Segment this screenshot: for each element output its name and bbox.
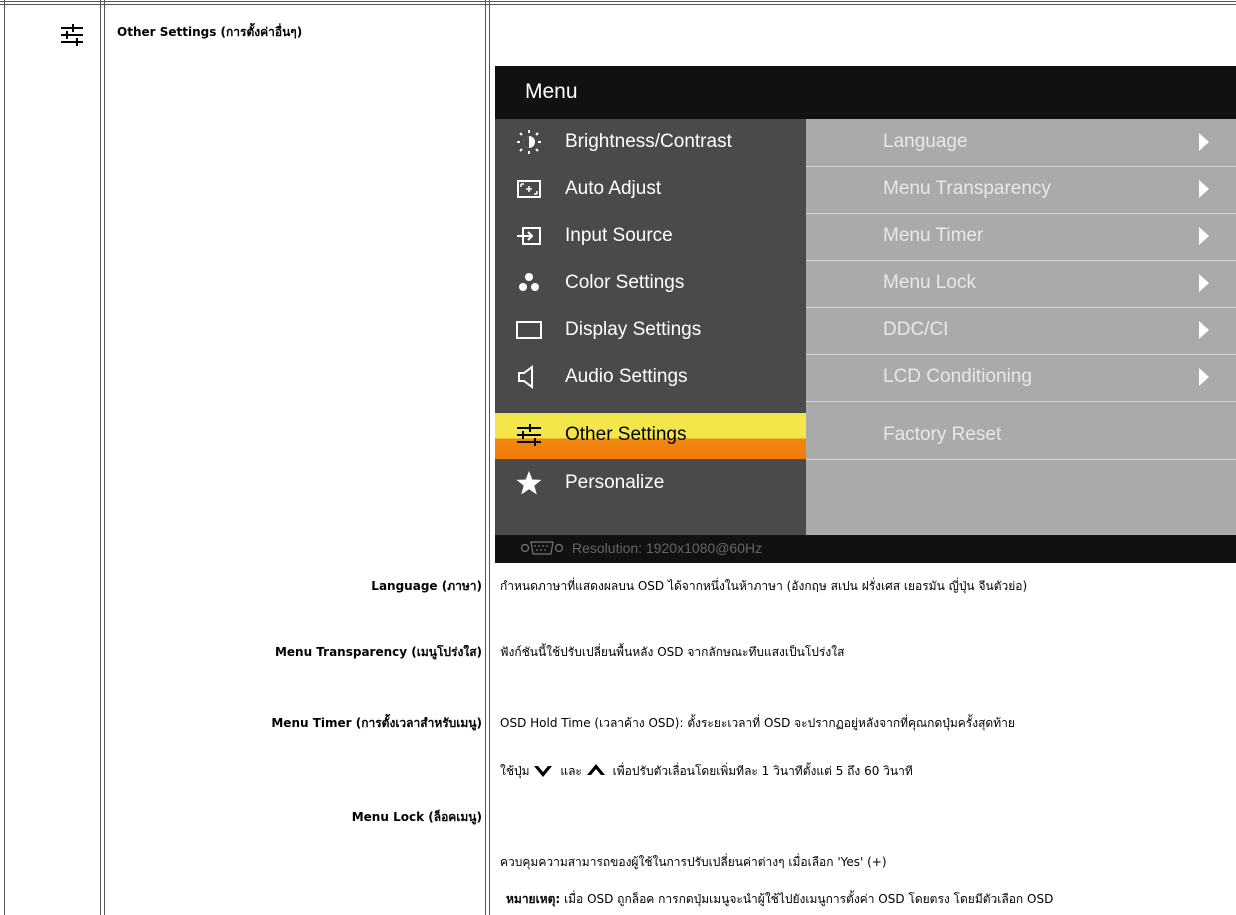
osd-sub-label: Menu Lock xyxy=(883,272,976,293)
arrow-right-icon xyxy=(1199,133,1209,151)
osd-sub-label: Menu Transparency xyxy=(883,178,1051,199)
osd-sub-label: Factory Reset xyxy=(883,424,1002,445)
note-text: เมื่อ OSD ถูกล็อค การกดปุ่มเมนูจะนำผู้ใช… xyxy=(564,892,1054,906)
note-label: หมายเหตุ: xyxy=(506,892,561,906)
osd-item-label: Other Settings xyxy=(565,424,687,445)
osd-resolution: Resolution: 1920x1080@60Hz xyxy=(572,540,763,556)
osd-item-label: Color Settings xyxy=(565,272,685,293)
osd-title: Menu xyxy=(525,80,578,103)
arrow-right-icon xyxy=(1199,180,1209,198)
auto-adjust-icon xyxy=(517,180,541,198)
column-divider-2b xyxy=(489,0,490,915)
arrow-right-icon xyxy=(1199,274,1209,292)
osd-sub-item-menu-transparency: Menu Transparency xyxy=(806,167,1236,214)
color-settings-icon xyxy=(519,273,539,291)
osd-item-label: Display Settings xyxy=(565,319,702,340)
column-divider-1 xyxy=(100,0,101,915)
column-divider-1b xyxy=(104,0,105,915)
osd-sub-label: Menu Timer xyxy=(883,225,984,246)
table-border-top-inner xyxy=(0,4,1236,5)
arrow-right-icon xyxy=(1199,321,1209,339)
osd-sub-item-menu-timer: Menu Timer xyxy=(806,214,1236,261)
row-desc-menu-timer: OSD Hold Time (เวลาค้าง OSD): ตั้งระยะเว… xyxy=(500,716,1015,730)
osd-item-label: Brightness/Contrast xyxy=(565,131,732,152)
osd-item-personalize: Personalize xyxy=(495,461,806,507)
row-desc-language: กำหนดภาษาที่แสดงผลบน OSD ได้จากหนึ่งในห้… xyxy=(500,579,1028,593)
vga-connector-icon xyxy=(520,541,564,555)
text-fragment: ใช้ปุ่ม xyxy=(500,764,530,778)
osd-sub-label: DDC/CI xyxy=(883,319,949,340)
osd-item-label: Auto Adjust xyxy=(565,178,662,199)
osd-sub-label: LCD Conditioning xyxy=(883,366,1032,387)
osd-item-label: Input Source xyxy=(565,225,673,246)
osd-footer: Resolution: 1920x1080@60Hz xyxy=(495,535,1236,563)
input-source-icon xyxy=(517,227,541,245)
arrow-right-icon xyxy=(1199,227,1209,245)
text-fragment: เพื่อปรับตัวเลื่อนโดยเพิ่มทีละ 1 วินาทีต… xyxy=(612,764,913,778)
row-note-menu-lock: หมายเหตุ: เมื่อ OSD ถูกล็อค การกดปุ่มเมน… xyxy=(506,890,1053,909)
row-desc-menu-lock: ควบคุมความสามารถของผู้ใช้ในการปรับเปลี่ย… xyxy=(500,855,887,869)
sliders-icon xyxy=(517,424,541,446)
osd-item-label: Audio Settings xyxy=(565,366,688,387)
brightness-icon xyxy=(517,130,541,154)
column-divider-2 xyxy=(485,0,486,915)
table-border-top xyxy=(0,1,1236,2)
osd-sub-item-language: Language xyxy=(806,120,1236,167)
row-desc-menu-transparency: ฟังก์ชันนี้ใช้ปรับเปลี่ยนพื้นหลัง OSD จา… xyxy=(500,645,845,659)
sliders-icon xyxy=(61,24,83,46)
osd-item-audio-settings: Audio Settings xyxy=(495,355,806,401)
text-fragment: และ xyxy=(560,764,582,778)
osd-item-other-settings: Other Settings xyxy=(495,413,806,459)
osd-item-auto-adjust: Auto Adjust xyxy=(495,167,806,213)
osd-sub-item-lcd-conditioning: LCD Conditioning xyxy=(806,355,1236,402)
row-label-language: Language (ภาษา) xyxy=(371,579,482,593)
osd-item-brightness: Brightness/Contrast xyxy=(495,120,806,166)
osd-item-color-settings: Color Settings xyxy=(495,261,806,307)
row-label-menu-transparency: Menu Transparency (เมนูโปร่งใส) xyxy=(274,645,482,659)
osd-sub-item-ddc-ci: DDC/CI xyxy=(806,308,1236,355)
row-label-menu-timer: Menu Timer (การตั้งเวลาสำหรับเมนู) xyxy=(271,716,482,730)
osd-sub-label: Language xyxy=(883,131,968,152)
row-desc-menu-timer-keys: ใช้ปุ่ม และ เพื่อปรับตัวเลื่อนโดยเพิ่มที… xyxy=(500,758,913,782)
osd-item-label: Personalize xyxy=(565,472,665,493)
display-settings-icon xyxy=(516,321,542,339)
osd-sub-item-menu-lock: Menu Lock xyxy=(806,261,1236,308)
star-icon xyxy=(516,471,542,495)
up-arrow-icon xyxy=(586,758,613,782)
osd-item-display-settings: Display Settings xyxy=(495,308,806,354)
section-title: Other Settings (การตั้งค่าอื่นๆ) xyxy=(117,25,303,39)
row-label-menu-lock: Menu Lock (ล็อคเมนู) xyxy=(351,810,482,824)
arrow-right-icon xyxy=(1199,368,1209,386)
osd-item-input-source: Input Source xyxy=(495,214,806,260)
osd-menu-image: Menu Brightness/Contrast Auto Adjust Inp… xyxy=(495,66,1236,563)
osd-sub-item-factory-reset: Factory Reset xyxy=(806,413,1236,460)
table-border-left xyxy=(4,0,5,915)
speaker-icon xyxy=(518,365,533,389)
down-arrow-icon xyxy=(533,758,560,782)
